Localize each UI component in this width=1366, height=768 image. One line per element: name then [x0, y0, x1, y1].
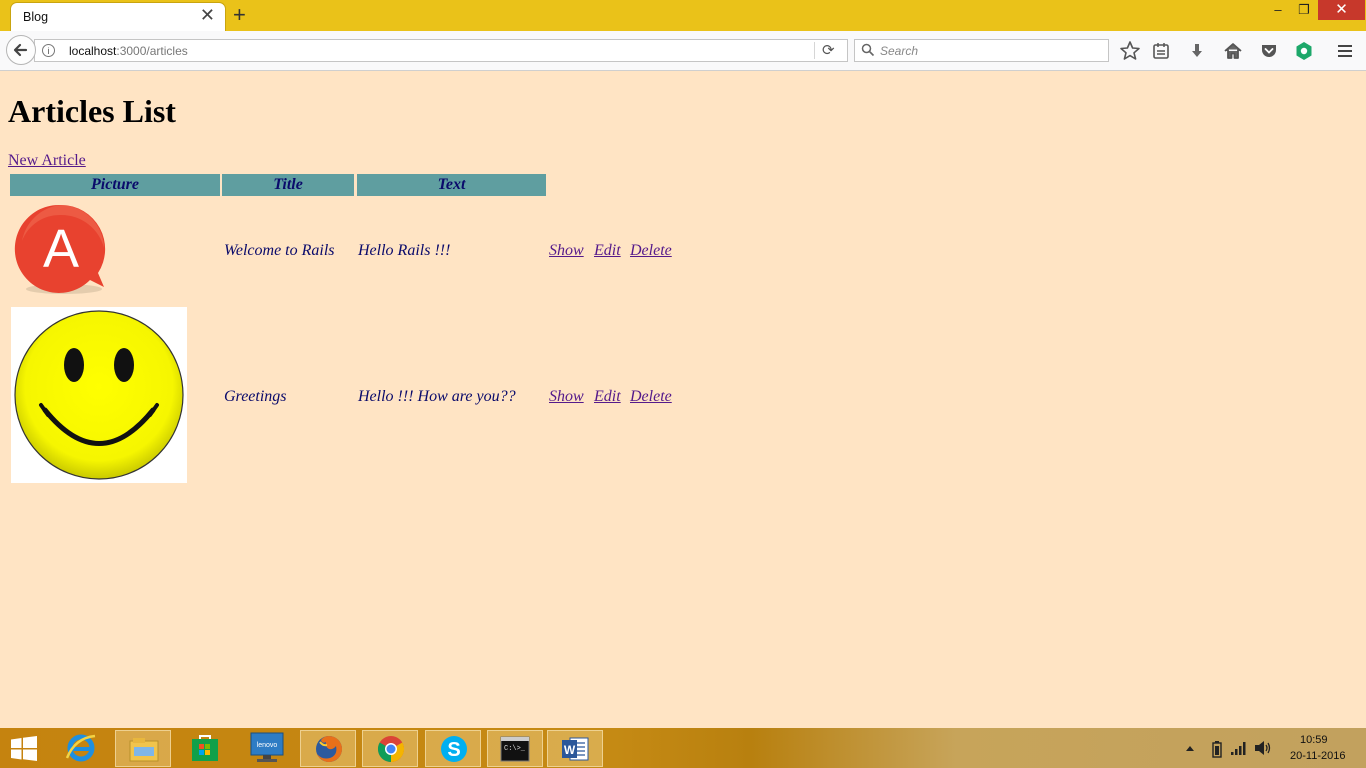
internet-explorer-icon[interactable]	[65, 732, 97, 764]
search-input[interactable]: Search	[854, 39, 1109, 62]
reload-icon[interactable]: ⟳	[822, 42, 835, 59]
delete-link[interactable]: Delete	[630, 242, 672, 260]
chrome-button[interactable]	[362, 730, 418, 767]
battery-icon[interactable]	[1211, 740, 1223, 758]
menu-hamburger-icon[interactable]	[1333, 39, 1357, 63]
download-icon[interactable]	[1185, 39, 1209, 63]
badge-letter: A	[43, 219, 79, 279]
search-icon	[861, 43, 875, 57]
column-header-title: Title	[222, 174, 354, 196]
firefox-button[interactable]	[300, 730, 356, 767]
search-placeholder: Search	[880, 44, 919, 58]
word-icon: W	[562, 737, 589, 761]
firefox-icon	[316, 736, 342, 762]
word-button[interactable]: W	[547, 730, 603, 767]
volume-icon[interactable]	[1254, 740, 1272, 756]
pocket-icon[interactable]	[1257, 39, 1281, 63]
browser-tab[interactable]: Blog ✕	[10, 2, 226, 31]
url-bar[interactable]: i localhost:3000/articles ⟳	[34, 39, 848, 62]
letter-a-badge-image: A	[14, 204, 106, 294]
show-hidden-icons-icon[interactable]	[1185, 744, 1195, 752]
smiley-face-image	[11, 307, 187, 483]
article-text: Hello !!! How are you??	[358, 388, 516, 405]
svg-text:S: S	[447, 739, 460, 761]
bookmark-star-icon[interactable]	[1118, 39, 1142, 63]
network-signal-icon[interactable]	[1230, 740, 1248, 756]
new-article-link[interactable]: New Article	[8, 152, 86, 170]
back-button[interactable]	[6, 35, 36, 65]
page-content: Articles List New Article Picture Title …	[0, 71, 1366, 728]
delete-link[interactable]: Delete	[630, 388, 672, 406]
show-link[interactable]: Show	[549, 388, 584, 406]
browser-navbar: i localhost:3000/articles ⟳ Search	[0, 31, 1366, 71]
article-title: Welcome to Rails	[224, 242, 335, 259]
lenovo-label: lenovo	[257, 742, 278, 749]
window-close-button[interactable]: ✕	[1318, 0, 1365, 20]
file-explorer-icon	[129, 738, 159, 762]
lenovo-icon[interactable]: lenovo	[250, 732, 284, 764]
url-text: localhost:3000/articles	[69, 44, 188, 58]
url-path: :3000/articles	[116, 44, 188, 58]
file-explorer-button[interactable]	[115, 730, 171, 767]
command-prompt-button[interactable]: C:\>_	[487, 730, 543, 767]
window-minimize-button[interactable]: ‒	[1264, 0, 1292, 20]
article-text: Hello Rails !!!	[358, 242, 451, 259]
site-info-icon[interactable]: i	[42, 44, 55, 57]
home-icon[interactable]	[1221, 39, 1245, 63]
cmd-label: C:\>_	[504, 745, 526, 753]
browser-titlebar: Blog ✕ + ‒ ❐ ✕	[0, 0, 1366, 31]
page-title: Articles List	[8, 93, 176, 129]
edit-link[interactable]: Edit	[594, 242, 621, 260]
url-host: localhost	[69, 44, 117, 58]
edit-link[interactable]: Edit	[594, 388, 621, 406]
skype-icon: S	[441, 736, 467, 762]
extension-icon[interactable]	[1292, 39, 1316, 63]
clock-time[interactable]: 10:59	[1300, 734, 1328, 746]
window-restore-button[interactable]: ❐	[1290, 0, 1318, 20]
back-arrow-icon	[13, 43, 28, 57]
column-header-text: Text	[357, 174, 546, 196]
svg-text:W: W	[564, 743, 576, 757]
tab-close-icon[interactable]: ✕	[200, 6, 215, 24]
article-title: Greetings	[224, 388, 287, 405]
chrome-icon	[377, 736, 405, 763]
skype-button[interactable]: S	[425, 730, 481, 767]
store-icon[interactable]	[190, 733, 220, 763]
windows-start-icon[interactable]	[10, 736, 38, 761]
clock-date[interactable]: 20-11-2016	[1290, 750, 1345, 762]
reading-list-icon[interactable]	[1149, 39, 1173, 63]
command-prompt-icon: C:\>_	[500, 736, 530, 762]
show-link[interactable]: Show	[549, 242, 584, 260]
tab-title: Blog	[23, 10, 49, 24]
column-header-picture: Picture	[10, 174, 220, 196]
windows-taskbar: lenovo S C:\>_ W 10:59 20-11-2016	[0, 728, 1366, 768]
new-tab-button[interactable]: +	[233, 4, 246, 26]
url-divider	[814, 42, 815, 59]
